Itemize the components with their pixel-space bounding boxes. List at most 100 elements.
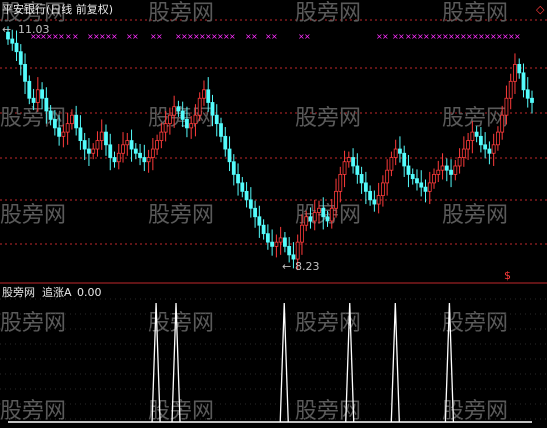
- chart-canvas: 股旁网 股旁网 股旁网 股旁网股旁网 股旁网 股旁网股旁网 股旁网 股旁网 股旁网股旁网 股旁网股…: [0, 0, 547, 428]
- candle-down: [57, 127, 62, 137]
- candle-down: [87, 148, 91, 154]
- candle-down: [517, 63, 522, 74]
- candle-down: [415, 178, 419, 184]
- candle-down: [48, 110, 53, 120]
- candle-up: [197, 97, 202, 116]
- candle-down: [210, 102, 215, 116]
- candle-down: [530, 97, 534, 103]
- candle-down: [231, 161, 236, 175]
- candle-up: [155, 140, 160, 150]
- candle-down: [44, 97, 49, 112]
- candle-down: [449, 169, 453, 175]
- candle-up: [496, 131, 500, 146]
- candle-down: [10, 38, 15, 44]
- candle-up: [436, 169, 441, 175]
- candle-down: [283, 237, 287, 247]
- candle-down: [525, 89, 530, 99]
- candle-up: [513, 63, 517, 82]
- watermark: 股旁网: [295, 399, 361, 424]
- candle-down: [248, 199, 253, 209]
- candle-down: [487, 148, 492, 154]
- candle-down: [363, 182, 368, 192]
- candle-down: [265, 233, 270, 243]
- signal-marker: ×: [132, 32, 139, 41]
- candle-up: [61, 131, 66, 137]
- signal-marker: ×: [423, 32, 430, 41]
- candle-up: [457, 157, 462, 167]
- low-annotation: 8.23: [295, 260, 320, 273]
- candle-down: [423, 186, 428, 192]
- candle-up: [389, 157, 394, 171]
- candle-down: [18, 51, 23, 65]
- candle-down: [372, 199, 377, 205]
- candle-up: [380, 182, 385, 196]
- candle-up: [376, 195, 381, 205]
- watermark: 股旁网: [0, 203, 66, 228]
- candle-up: [159, 131, 164, 141]
- candle-up: [146, 157, 151, 163]
- watermark: 股旁网: [148, 311, 214, 336]
- candle-down: [325, 216, 330, 222]
- candle-down: [31, 97, 36, 103]
- candle-down: [223, 135, 228, 150]
- candle-down: [240, 182, 245, 192]
- candle-down: [14, 42, 19, 53]
- dollar-marker: $: [504, 269, 511, 282]
- signal-marker: ×: [65, 32, 72, 41]
- sub-panel-watermark-label: 股旁网: [2, 285, 35, 299]
- candle-up: [427, 182, 432, 192]
- high-annotation-arrow: ←: [2, 23, 11, 36]
- candle-up: [466, 140, 470, 150]
- candle-up: [500, 114, 505, 133]
- candle-down: [478, 135, 483, 146]
- watermark: 股旁网: [442, 203, 508, 228]
- candle-down: [406, 165, 411, 175]
- candle-up: [508, 80, 513, 99]
- candle-up: [150, 148, 155, 158]
- watermark: 股旁网: [442, 311, 508, 336]
- watermark: 股旁网: [442, 1, 508, 26]
- candle-down: [444, 165, 449, 171]
- candle-up: [189, 123, 194, 129]
- signal-marker: ×: [514, 32, 521, 41]
- candle-down: [74, 114, 79, 129]
- candle-up: [338, 174, 343, 192]
- candle-down: [206, 89, 211, 103]
- candle-up: [193, 114, 198, 125]
- signal-marker: ×: [111, 32, 118, 41]
- candle-up: [172, 106, 177, 116]
- candle-down: [142, 157, 147, 163]
- watermark: 股旁网: [442, 399, 508, 424]
- candle-down: [219, 123, 223, 137]
- candle-up: [453, 165, 458, 175]
- candle-down: [40, 89, 44, 99]
- signal-marker: ×: [398, 32, 405, 41]
- candle-up: [491, 144, 496, 154]
- candle-down: [185, 119, 189, 129]
- candle-up: [334, 190, 338, 209]
- candle-up: [274, 241, 279, 247]
- candle-up: [329, 207, 334, 222]
- candle-up: [393, 148, 398, 158]
- candle-up: [440, 165, 445, 171]
- watermark: 股旁网: [0, 399, 66, 424]
- candle-down: [351, 157, 355, 167]
- signal-marker: ×: [304, 32, 311, 41]
- candle-down: [180, 110, 185, 120]
- low-annotation-arrow: ←: [282, 260, 291, 273]
- signal-marker: ×: [251, 32, 258, 41]
- chart-title: 平安银行(日线 前复权): [2, 2, 113, 16]
- candle-down: [359, 174, 364, 184]
- candle-up: [504, 97, 509, 116]
- candle-down: [227, 148, 232, 163]
- candle-up: [167, 114, 172, 125]
- signal-marker: ×: [58, 32, 65, 41]
- candle-up: [295, 241, 300, 260]
- candle-up: [342, 161, 347, 175]
- candle-up: [317, 207, 321, 213]
- candle-up: [65, 123, 70, 133]
- candle-up: [163, 123, 168, 133]
- candle-down: [483, 144, 488, 150]
- candle-down: [355, 165, 360, 175]
- candle-down: [78, 127, 83, 141]
